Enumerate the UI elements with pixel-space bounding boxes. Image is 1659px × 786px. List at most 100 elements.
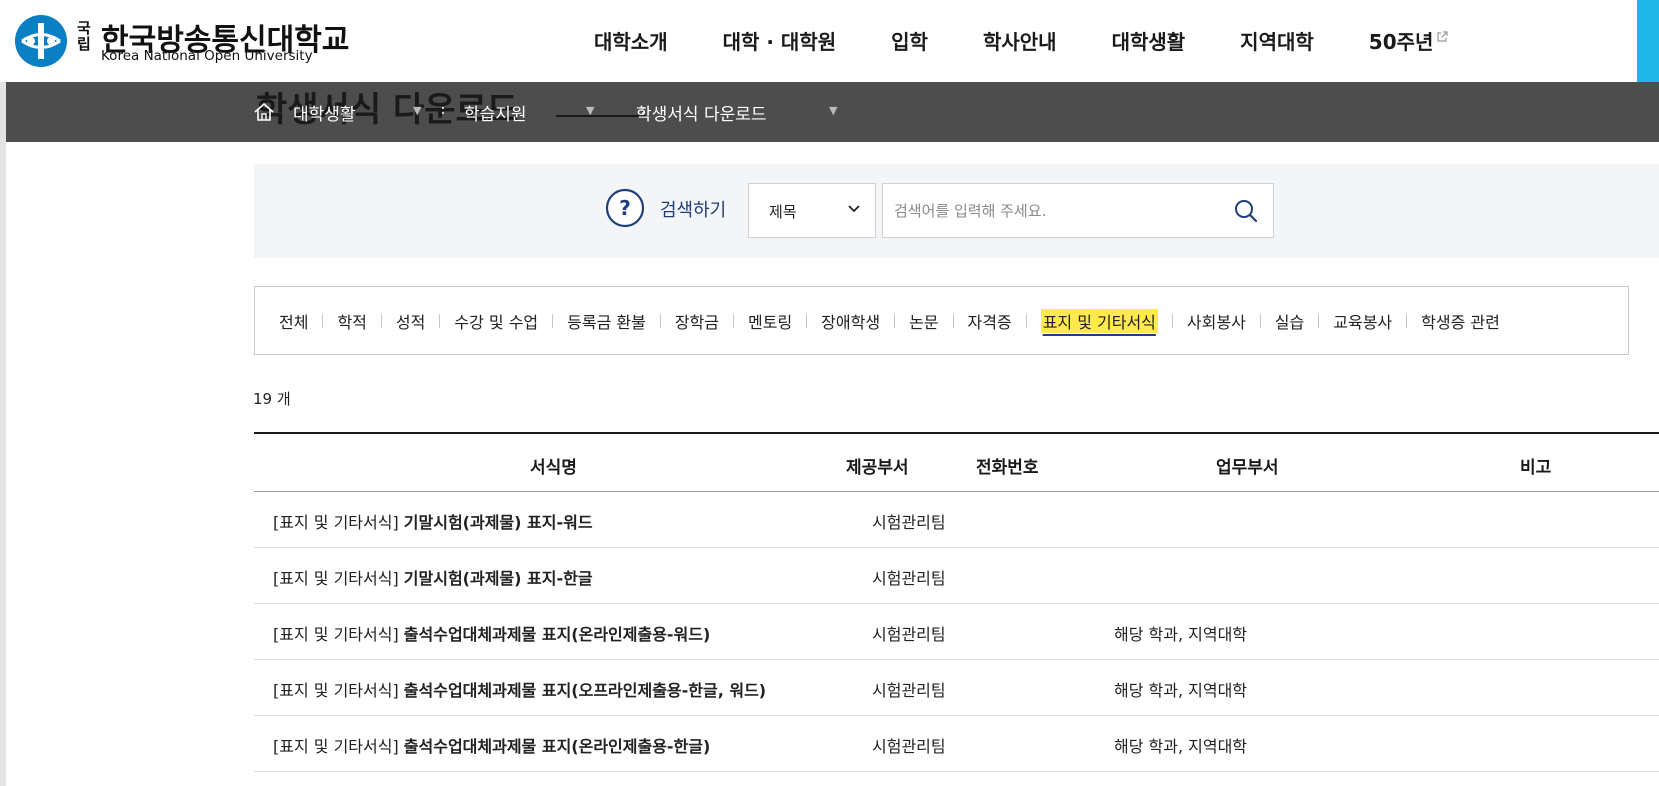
- logo-national-label: 국립: [77, 19, 91, 53]
- form-name: 출석수업대체과제물 표지(오프라인제출용-한글, 워드): [403, 681, 767, 700]
- tab-divider: [1318, 314, 1320, 328]
- form-dept: 시험관리팀: [872, 513, 946, 532]
- title-underline: [556, 115, 646, 117]
- nav-item-50th[interactable]: 50주년: [1369, 26, 1449, 58]
- form-name: 기말시험(과제물) 표지-한글: [403, 569, 593, 588]
- form-dept: 시험관리팀: [872, 681, 946, 700]
- table-row[interactable]: [표지 및 기타서식] 기말시험(과제물) 표지-한글 시험관리팀: [254, 548, 1659, 604]
- form-category: [표지 및 기타서식]: [273, 625, 399, 644]
- category-tabs: 전체 학적 성적 수강 및 수업 등록금 환불 장학금 멘토링 장애학생 논문 …: [254, 286, 1629, 355]
- site-header: 국립 한국방송통신대학교 Korea National Open Univers…: [0, 0, 1637, 82]
- form-name: 기말시험(과제물) 표지-워드: [403, 513, 593, 532]
- main-nav: 대학소개 대학 · 대학원 입학 학사안내 대학생활 지역대학 50주년: [594, 26, 1449, 58]
- tab-student-id[interactable]: 학생증 관련: [1421, 309, 1500, 333]
- form-category: [표지 및 기타서식]: [273, 737, 399, 756]
- tab-certificate[interactable]: 자격증: [968, 309, 1012, 333]
- breadcrumb-separator: [442, 103, 444, 117]
- col-note: 비고: [1520, 458, 1552, 478]
- tab-divider: [1171, 314, 1173, 328]
- nav-item-about[interactable]: 대학소개: [594, 26, 668, 58]
- tab-divider: [659, 314, 661, 328]
- tab-education-service[interactable]: 교육봉사: [1333, 309, 1392, 333]
- form-dept: 시험관리팀: [872, 569, 946, 588]
- search-icon[interactable]: [1231, 196, 1261, 226]
- tab-divider: [733, 314, 734, 328]
- search-field-select[interactable]: 제목: [748, 183, 876, 238]
- table-row[interactable]: [표지 및 기타서식] 출석수업대체과제물 표지(온라인제출용-한글) 시험관리…: [254, 716, 1659, 772]
- form-title-link[interactable]: [표지 및 기타서식] 기말시험(과제물) 표지-한글: [273, 565, 593, 589]
- form-title-link[interactable]: [표지 및 기타서식] 기말시험(과제물) 표지-워드: [273, 509, 593, 533]
- table-row[interactable]: [표지 및 기타서식] 출석수업대체과제물 표지(오프라인제출용-한글, 워드)…: [254, 660, 1659, 716]
- tab-divider: [552, 314, 554, 328]
- home-icon[interactable]: [253, 101, 275, 123]
- nav-item-50th-label: 50주년: [1368, 30, 1434, 54]
- table-row[interactable]: [표지 및 기타서식] 출석수업대체과제물 표지(온라인제출용-워드) 시험관리…: [254, 604, 1659, 660]
- col-dept: 제공부서: [846, 458, 909, 478]
- col-form-name: 서식명: [530, 458, 577, 478]
- form-work-dept: 해당 학과, 지역대학: [1114, 681, 1248, 700]
- tab-mentoring[interactable]: 멘토링: [748, 309, 792, 333]
- form-category: [표지 및 기타서식]: [273, 513, 399, 532]
- question-circle-icon[interactable]: ?: [605, 188, 645, 228]
- col-work-dept: 업무부서: [1216, 458, 1279, 478]
- tab-divider: [322, 314, 324, 328]
- chevron-down-icon[interactable]: ▼: [413, 104, 421, 117]
- breadcrumb-item-form-download[interactable]: 학생서식 다운로드: [636, 100, 767, 125]
- tab-academic-record[interactable]: 학적: [337, 309, 366, 333]
- svg-text:?: ?: [619, 196, 631, 220]
- form-title-link[interactable]: [표지 및 기타서식] 출석수업대체과제물 표지(온라인제출용-워드): [273, 621, 710, 645]
- tab-tuition-refund[interactable]: 등록금 환불: [567, 309, 646, 333]
- tab-scholarship[interactable]: 장학금: [675, 309, 719, 333]
- site-logo[interactable]: 국립 한국방송통신대학교 Korea National Open Univers…: [14, 12, 394, 70]
- form-name: 출석수업대체과제물 표지(온라인제출용-워드): [403, 625, 711, 644]
- tab-courses[interactable]: 수강 및 수업: [454, 309, 538, 333]
- tab-divider: [1025, 314, 1027, 328]
- table-row[interactable]: [표지 및 기타서식] 기말시험(과제물) 표지-워드 시험관리팀: [254, 492, 1659, 548]
- form-work-dept: 해당 학과, 지역대학: [1114, 625, 1248, 644]
- search-field-value: 제목: [769, 203, 797, 221]
- search-help-label: 검색하기: [660, 200, 727, 221]
- nav-item-admission[interactable]: 입학: [891, 26, 928, 58]
- result-count-unit: 개: [276, 390, 291, 408]
- form-dept: 시험관리팀: [872, 737, 946, 756]
- knou-emblem-icon: [15, 15, 67, 67]
- breadcrumb-item-learning-support[interactable]: 학습지원: [464, 100, 527, 125]
- tab-cover-and-other[interactable]: 표지 및 기타서식: [1040, 309, 1158, 333]
- chevron-down-icon: [848, 205, 860, 213]
- external-link-icon: [1437, 31, 1449, 42]
- tab-all[interactable]: 전체: [279, 309, 308, 333]
- nav-item-campus-life[interactable]: 대학생활: [1112, 26, 1186, 58]
- tab-divider: [806, 314, 808, 328]
- nav-item-regional[interactable]: 지역대학: [1240, 26, 1314, 58]
- table-header: 서식명 제공부서 전화번호 업무부서 비고: [254, 432, 1659, 492]
- chevron-down-icon[interactable]: ▼: [829, 104, 837, 117]
- tab-divider: [1406, 314, 1408, 328]
- tab-thesis[interactable]: 논문: [909, 309, 938, 333]
- tab-grades[interactable]: 성적: [396, 309, 425, 333]
- col-phone: 전화번호: [976, 458, 1039, 478]
- nav-item-academics[interactable]: 학사안내: [983, 26, 1057, 58]
- tab-divider: [894, 314, 896, 328]
- tab-divider: [1259, 314, 1261, 328]
- tab-disabled-students[interactable]: 장애학생: [821, 309, 880, 333]
- tab-divider: [380, 314, 382, 328]
- breadcrumb-item-campus-life[interactable]: 대학생활: [293, 100, 356, 125]
- form-dept: 시험관리팀: [872, 625, 946, 644]
- form-work-dept: 해당 학과, 지역대학: [1114, 737, 1248, 756]
- search-input[interactable]: [882, 183, 1274, 238]
- result-count-number: 19: [253, 390, 273, 408]
- side-accent-bar: [1637, 0, 1659, 82]
- tab-social-service[interactable]: 사회봉사: [1187, 309, 1246, 333]
- result-count: 19 개: [253, 388, 291, 409]
- tab-divider: [439, 314, 441, 328]
- form-category: [표지 및 기타서식]: [273, 569, 399, 588]
- form-title-link[interactable]: [표지 및 기타서식] 출석수업대체과제물 표지(온라인제출용-한글): [273, 733, 710, 757]
- forms-table: 서식명 제공부서 전화번호 업무부서 비고 [표지 및 기타서식] 기말시험(과…: [254, 432, 1659, 772]
- tab-practicum[interactable]: 실습: [1275, 309, 1304, 333]
- form-name: 출석수업대체과제물 표지(온라인제출용-한글): [403, 737, 711, 756]
- tab-divider: [952, 314, 954, 328]
- form-category: [표지 및 기타서식]: [273, 681, 399, 700]
- form-title-link[interactable]: [표지 및 기타서식] 출석수업대체과제물 표지(오프라인제출용-한글, 워드): [273, 677, 766, 701]
- nav-item-college-graduate[interactable]: 대학 · 대학원: [723, 26, 837, 58]
- logo-english-name: Korea National Open University: [101, 48, 313, 64]
